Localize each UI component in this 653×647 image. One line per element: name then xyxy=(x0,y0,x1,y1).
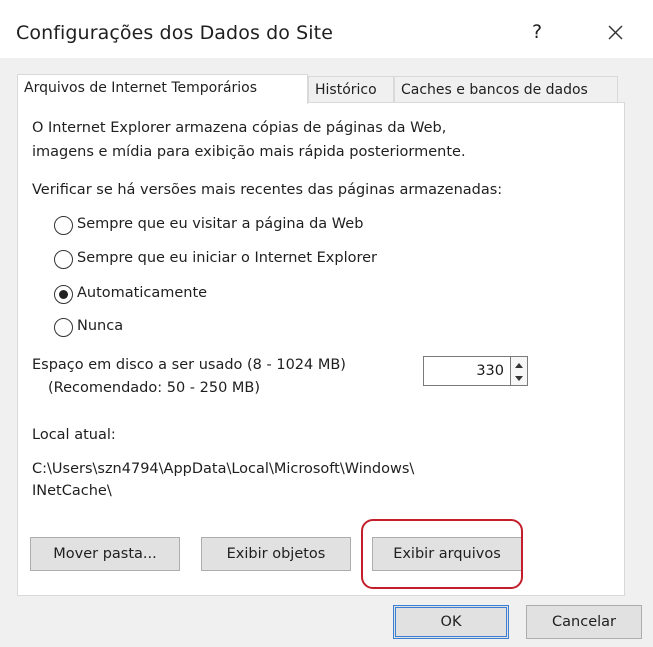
close-button[interactable] xyxy=(600,16,632,48)
site-data-settings-dialog: Configurações dos Dados do Site ? Arquiv… xyxy=(0,0,653,647)
help-button[interactable]: ? xyxy=(526,18,548,46)
spin-down-icon xyxy=(515,376,523,381)
radio-automatically[interactable] xyxy=(54,285,73,304)
radio-never[interactable] xyxy=(54,318,73,337)
description-line-1: O Internet Explorer armazena cópias de p… xyxy=(32,120,447,136)
spin-down-button[interactable] xyxy=(511,371,527,385)
radio-every-visit-label[interactable]: Sempre que eu visitar a página da Web xyxy=(77,216,363,232)
close-icon xyxy=(608,25,623,40)
cancel-button[interactable]: Cancelar xyxy=(526,605,642,639)
radio-selected-dot xyxy=(59,290,68,299)
disk-space-input[interactable]: 330 xyxy=(423,356,511,386)
radio-every-start-label[interactable]: Sempre que eu iniciar o Internet Explore… xyxy=(77,250,377,266)
view-objects-button[interactable]: Exibir objetos xyxy=(201,537,351,571)
move-folder-button[interactable]: Mover pasta... xyxy=(30,537,180,571)
disk-space-recommended-label: (Recomendado: 50 - 250 MB) xyxy=(48,380,261,396)
tab-history[interactable]: Histórico xyxy=(308,76,394,103)
spin-up-button[interactable] xyxy=(511,357,527,371)
check-newer-versions-label: Verificar se há versões mais recentes da… xyxy=(32,182,503,198)
current-location-path-line-2: INetCache\ xyxy=(32,483,112,499)
ok-button[interactable]: OK xyxy=(393,605,509,639)
radio-never-label[interactable]: Nunca xyxy=(77,318,123,334)
radio-every-visit[interactable] xyxy=(54,216,73,235)
disk-space-spinner xyxy=(511,356,528,386)
tab-caches-and-databases[interactable]: Caches e bancos de dados xyxy=(394,76,618,103)
current-location-path-line-1: C:\Users\szn4794\AppData\Local\Microsoft… xyxy=(32,461,415,477)
description-line-2: imagens e mídia para exibição mais rápid… xyxy=(32,144,466,160)
tab-panel xyxy=(17,102,625,596)
spin-up-icon xyxy=(515,363,523,368)
disk-space-label: Espaço em disco a ser usado (8 - 1024 MB… xyxy=(32,357,346,373)
highlight-annotation xyxy=(361,519,523,589)
dialog-title: Configurações dos Dados do Site xyxy=(16,22,333,44)
radio-every-start[interactable] xyxy=(54,250,73,269)
current-location-label: Local atual: xyxy=(32,427,116,443)
tab-temporary-internet-files[interactable]: Arquivos de Internet Temporários xyxy=(17,74,308,104)
radio-automatically-label[interactable]: Automaticamente xyxy=(77,285,207,301)
